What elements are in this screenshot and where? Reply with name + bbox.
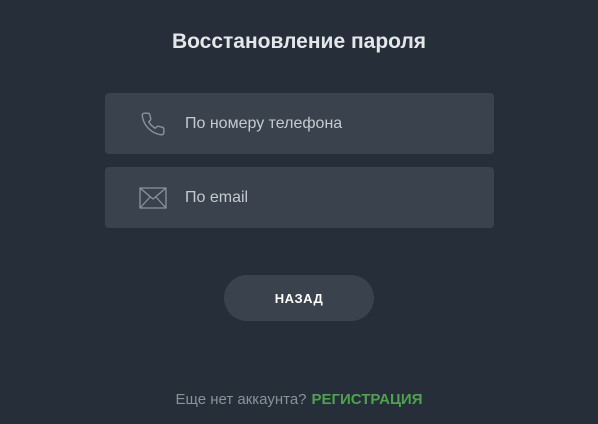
register-link[interactable]: РЕГИСТРАЦИЯ xyxy=(312,391,423,408)
page-title: Восстановление пароля xyxy=(171,30,427,53)
phone-icon xyxy=(139,110,167,138)
envelope-icon xyxy=(139,184,167,212)
no-account-prompt: Еще нет аккаунта? xyxy=(175,391,307,408)
recover-by-phone-label: По номеру телефона xyxy=(185,114,343,132)
recover-by-email-option[interactable]: По email xyxy=(105,167,494,228)
recover-by-phone-option[interactable]: По номеру телефона xyxy=(105,93,494,154)
recover-by-email-label: По email xyxy=(185,188,249,206)
registration-footer: Еще нет аккаунта? РЕГИСТРАЦИЯ xyxy=(0,391,598,409)
back-button[interactable]: НАЗАД xyxy=(224,275,374,321)
